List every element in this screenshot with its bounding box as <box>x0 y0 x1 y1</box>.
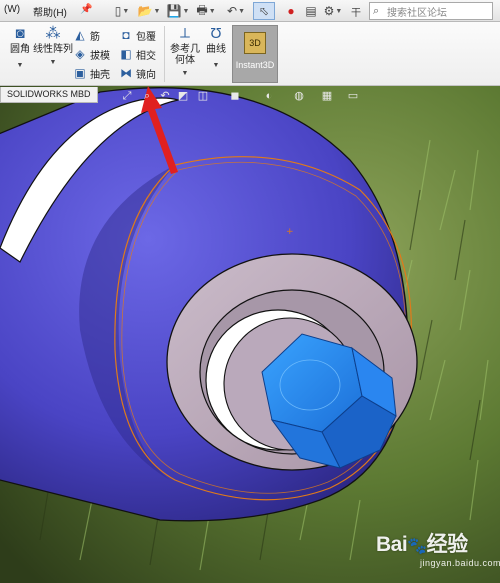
watermark-brand: Bai🐾经验 <box>376 533 468 556</box>
scene-icon[interactable]: ▦ <box>320 89 334 103</box>
linear-pattern-label: 线性阵列 <box>33 44 73 55</box>
cursor-icon: ⬁ <box>258 4 270 18</box>
mirror-icon: ⧓ <box>120 66 132 80</box>
more-menu-button[interactable]: 干 <box>346 2 366 20</box>
chevron-down-icon: ▼ <box>122 7 130 15</box>
previous-view-icon[interactable]: ↶ <box>158 89 172 103</box>
display-style-icon[interactable]: ◼ <box>228 89 242 103</box>
menu-bar: (W) 帮助(H) 📌 ▯ ▼ 📂 ▼ 💾 ▼ 🖶 ▼ ↶ ▼ ⬁ ● ▤ ⚙ ▼ 干 ⌕ … <box>0 0 500 22</box>
intersect-label: 相交 <box>136 50 156 62</box>
chevron-down-icon: ▼ <box>212 62 220 69</box>
rib-label: 筋 <box>90 31 100 43</box>
shell-icon: ▣ <box>74 66 86 80</box>
shell-label: 抽壳 <box>90 69 110 81</box>
traffic-light-icon: ● <box>287 4 295 18</box>
open-folder-icon: 📂 <box>137 4 153 18</box>
search-icon: ⌕ <box>373 4 380 17</box>
chevron-down-icon: ▼ <box>182 7 190 15</box>
zoom-to-fit-icon[interactable]: ⤢ <box>120 89 134 103</box>
print-button[interactable]: 🖶 ▼ <box>194 2 218 20</box>
rib-button[interactable]: ◭ 筋 <box>72 26 100 44</box>
viewport-scene: + <box>0 86 500 583</box>
intersect-icon: ◧ <box>120 47 132 61</box>
zoom-area-icon[interactable]: ⌕ <box>140 89 154 103</box>
instant3d-button[interactable]: 3D Instant3D <box>232 25 278 83</box>
reference-geometry-button[interactable]: ⟂ 参考几何体 ▼ <box>166 25 204 79</box>
more-label: 干 <box>351 7 361 19</box>
graphics-viewport[interactable]: + <box>0 86 500 583</box>
chevron-down-icon: ▼ <box>49 59 57 66</box>
save-button[interactable]: 💾 ▼ <box>166 2 190 20</box>
mirror-label: 镜向 <box>136 69 156 81</box>
undo-icon: ↶ <box>227 4 238 18</box>
search-placeholder: 搜索社区论坛 <box>387 7 447 19</box>
print-icon: 🖶 <box>196 2 208 17</box>
mirror-button[interactable]: ⧓ 镜向 <box>118 64 156 82</box>
linear-pattern-icon: ⁂ <box>45 25 61 42</box>
draft-button[interactable]: ◈ 拔模 <box>72 45 110 63</box>
baidu-jingyan-watermark: Bai🐾经验 jingyan.baidu.com <box>376 528 500 574</box>
menu-window[interactable]: (W) <box>4 4 20 15</box>
wrap-icon: ◘ <box>122 28 130 42</box>
rebuild-button[interactable]: ● <box>283 2 299 20</box>
chevron-down-icon: ▼ <box>335 7 343 15</box>
chevron-down-icon: ▼ <box>238 7 245 15</box>
wrap-button[interactable]: ◘ 包覆 <box>118 26 156 44</box>
file-properties-icon: ▤ <box>305 4 317 18</box>
options-button[interactable]: ⚙ ▼ <box>322 2 344 20</box>
file-properties-button[interactable]: ▤ <box>302 2 320 20</box>
origin-marker-icon: + <box>286 227 294 237</box>
view-settings-icon[interactable]: ▭ <box>346 89 360 103</box>
command-manager: ◙ 圆角 ▼ ⁂ 线性阵列 ▼ ◭ 筋 ◈ 拔模 ▣ 抽壳 ◘ 包覆 ◧ 相交 ⧓ 镜向 ⟂… <box>0 22 500 86</box>
shell-button[interactable]: ▣ 抽壳 <box>72 64 110 82</box>
undo-button[interactable]: ↶ ▼ <box>224 2 248 20</box>
toolbar-divider <box>164 26 165 82</box>
curves-icon: Ʊ <box>210 25 222 42</box>
select-button[interactable]: ⬁ <box>253 2 275 20</box>
curves-button[interactable]: Ʊ 曲线 ▼ <box>202 25 230 71</box>
rib-icon: ◭ <box>75 28 85 42</box>
wrap-label: 包覆 <box>136 31 156 43</box>
instant3d-label: Instant3D <box>235 60 275 70</box>
draft-icon: ◈ <box>75 47 85 61</box>
hide-show-icon[interactable]: ◐ <box>262 89 276 103</box>
watermark-url: jingyan.baidu.com <box>420 558 500 568</box>
tab-solidworks-mbd[interactable]: SOLIDWORKS MBD <box>0 87 98 103</box>
gear-icon: ⚙ <box>323 4 335 18</box>
chevron-down-icon: ▼ <box>153 7 161 15</box>
appearance-icon[interactable]: ◍ <box>292 89 306 103</box>
fillet-icon: ◙ <box>15 25 25 42</box>
new-document-button[interactable]: ▯ ▼ <box>110 2 134 20</box>
chevron-down-icon: ▼ <box>208 7 216 15</box>
section-view-icon[interactable]: ◩ <box>176 89 190 103</box>
open-button[interactable]: 📂 ▼ <box>137 2 161 20</box>
fillet-label: 圆角 <box>10 44 30 55</box>
draft-label: 拔模 <box>90 50 110 62</box>
pin-icon[interactable]: 📌 <box>80 4 92 15</box>
instant3d-icon: 3D <box>244 32 266 54</box>
menu-help[interactable]: 帮助(H) <box>33 4 67 19</box>
intersect-button[interactable]: ◧ 相交 <box>118 45 156 63</box>
curves-label: 曲线 <box>206 44 226 55</box>
reference-geometry-label: 参考几何体 <box>170 44 200 66</box>
reference-geometry-icon: ⟂ <box>179 25 190 42</box>
chevron-down-icon: ▼ <box>181 70 189 77</box>
search-input[interactable]: ⌕ 搜索社区论坛 <box>369 2 493 20</box>
linear-pattern-button[interactable]: ⁂ 线性阵列 ▼ <box>32 25 74 68</box>
save-icon: 💾 <box>166 4 182 18</box>
view-orientation-icon[interactable]: ◫ <box>196 89 210 103</box>
new-document-icon: ▯ <box>114 4 122 18</box>
